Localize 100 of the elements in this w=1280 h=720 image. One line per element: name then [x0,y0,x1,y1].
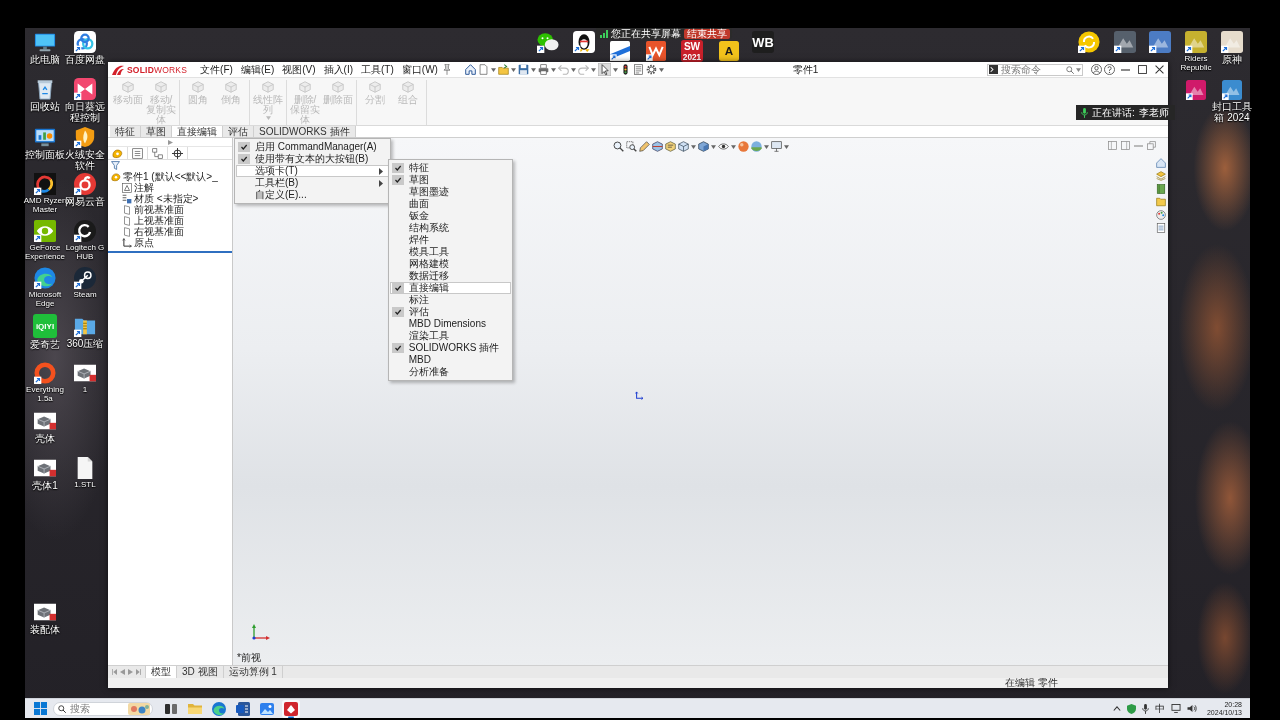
end-share-button[interactable]: 结束共享 [684,28,730,39]
task-view-icon[interactable] [164,701,178,716]
tree-item[interactable]: 注解 [108,182,232,193]
icon-label[interactable]: 壳体 [35,433,55,444]
crosshair-icon[interactable] [172,147,183,159]
app-tile-icon[interactable] [1222,80,1242,100]
arc-icon[interactable] [34,173,56,195]
caret-icon[interactable] [530,67,536,72]
magnifier-frame-icon[interactable] [625,141,637,152]
menu-item[interactable]: 启用 CommandManager(A) [236,141,389,153]
maximize-icon[interactable] [1138,65,1147,74]
icon-label[interactable]: Everything 1.5a [22,385,68,403]
document-app-icon[interactable] [236,701,250,716]
menu-item[interactable]: 自定义(E)... [236,189,389,201]
stripe-tile-icon[interactable] [610,41,630,61]
logo-tile-icon[interactable]: A [719,41,739,61]
tree-item[interactable]: 原点 [108,237,232,248]
caret-icon[interactable] [590,67,596,72]
chat-bubbles-icon[interactable] [537,31,559,53]
menu-item[interactable]: SOLIDWORKS 插件 [389,342,512,354]
list-icon[interactable] [132,147,143,159]
menu-item[interactable]: 草图 [389,174,512,186]
menu-item[interactable]: 结构系统 [389,222,512,234]
tree-item[interactable]: 右视基准面 [108,226,232,237]
tree-item[interactable]: 材质 <未指定> [108,193,232,204]
icon-label[interactable]: 爱奇艺 [30,339,60,350]
caret-icon[interactable] [490,67,496,72]
rings-icon[interactable] [74,31,96,53]
section-cube-icon[interactable] [651,141,663,152]
icon-label[interactable]: 装配体 [30,624,60,635]
monitor-icon[interactable] [1170,704,1181,713]
pointer-icon[interactable] [597,63,611,76]
icon-label[interactable]: 控制面板 [25,149,65,160]
book-icon[interactable] [1156,184,1166,194]
menu-item[interactable]: 草图墨迹 [389,186,512,198]
caret-icon[interactable] [690,144,696,149]
input-method-indicator[interactable]: 中 [1154,702,1165,715]
caret-icon[interactable] [612,67,618,72]
list-icon[interactable] [1156,223,1166,233]
part-file-icon[interactable] [74,362,96,384]
monitor-icon[interactable] [34,31,56,53]
tab[interactable]: 特征 [110,126,141,137]
pin-icon[interactable] [442,64,451,75]
tree-item[interactable]: 上视基准面 [108,215,232,226]
app-tile-icon[interactable] [1114,31,1136,53]
menu-item[interactable]: 焊件 [389,234,512,246]
caret-icon[interactable] [763,144,769,149]
menu-item[interactable]: MBD Dimensions [389,318,512,330]
collapse-arrow-icon[interactable] [167,139,173,145]
part-file-icon[interactable] [34,410,56,432]
tab[interactable]: 评估 [223,126,254,137]
tab[interactable]: 草图 [141,126,172,137]
menu-item[interactable]: 数据迁移 [389,270,512,282]
icon-label[interactable]: 火绒安全软件 [63,149,107,171]
caret-icon[interactable] [550,67,556,72]
tree-item[interactable]: 前视基准面 [108,204,232,215]
magnifier-icon[interactable] [612,141,624,152]
folder-icon[interactable] [497,64,509,75]
photos-icon[interactable] [260,701,274,716]
tab[interactable]: 模型 [146,666,177,678]
tree-icon[interactable] [152,147,163,159]
filter-icon[interactable] [111,161,120,170]
cube-icon[interactable] [677,141,689,152]
app-tile-icon[interactable] [1185,31,1207,53]
cycle-arrows-icon[interactable] [1078,31,1100,53]
icon-label[interactable]: 1 [82,385,88,394]
annotated-cube-icon[interactable] [664,141,676,152]
pencil-icon[interactable] [638,141,650,152]
close-icon[interactable] [1155,65,1164,74]
bowtie-icon[interactable] [74,78,96,100]
menu-item[interactable]: 工具栏(B) [236,177,389,189]
home-icon[interactable] [464,64,476,75]
layers-icon[interactable] [1156,171,1166,181]
part-file-icon[interactable] [34,601,56,623]
menu-item[interactable]: 工具(T) [358,62,397,77]
monitor-icon[interactable] [770,141,782,152]
menu-item[interactable]: 直接编辑 [389,282,512,294]
icon-label[interactable]: 向日葵远程控制 [63,101,107,123]
palette-icon[interactable] [1156,210,1166,220]
save-icon[interactable] [517,64,529,75]
menu-item[interactable]: 标注 [389,294,512,306]
ring-icon[interactable] [34,362,56,384]
menu-item[interactable]: 模具工具 [389,246,512,258]
menu-item[interactable]: MBD [389,354,512,366]
icon-label[interactable]: 原神 [1222,54,1242,65]
app-tile-icon[interactable] [1186,80,1206,100]
menu-item[interactable]: 编辑(E) [237,62,278,77]
icon-label[interactable]: 1.STL [74,480,96,489]
icon-label[interactable]: 此电脑 [30,54,60,65]
menu-item[interactable]: 窗口(W) [398,62,441,77]
menu-item[interactable]: 网格建模 [389,258,512,270]
menu-item[interactable]: 特征 [389,162,512,174]
speaker-icon[interactable] [1186,704,1197,713]
app-tile-icon[interactable] [282,699,300,718]
icon-label[interactable]: Microsoft Edge [22,290,68,308]
linked-circles-icon[interactable] [74,267,96,289]
caret-icon[interactable] [510,67,516,72]
caret-icon[interactable] [1076,67,1081,72]
sphere-icon[interactable] [737,141,749,152]
start-icon[interactable] [34,702,47,715]
